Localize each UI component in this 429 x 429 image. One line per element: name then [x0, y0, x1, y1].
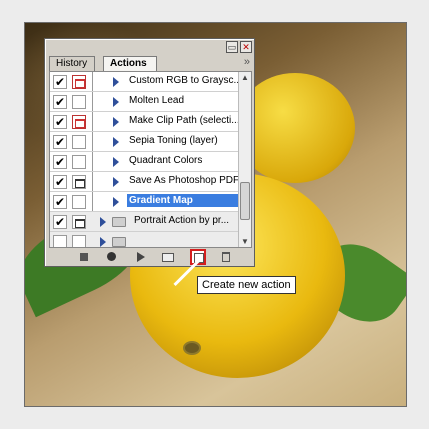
tooltip: Create new action	[197, 276, 296, 294]
expand-triangle-icon[interactable]	[100, 217, 106, 227]
expand-triangle-icon[interactable]	[113, 157, 119, 167]
list-item[interactable]: ✔ Custom RGB to Graysc...	[50, 72, 239, 92]
checkmark-toggle[interactable]: ✔	[53, 215, 67, 229]
checkmark-toggle[interactable]: ✔	[53, 75, 67, 89]
close-icon[interactable]: ✕	[240, 41, 252, 53]
panel-tabs: History Actions	[49, 56, 254, 71]
new-set-icon[interactable]	[161, 251, 175, 263]
tab-history-label: History	[56, 58, 88, 69]
expand-triangle-icon[interactable]	[113, 197, 119, 207]
action-label: Custom RGB to Graysc...	[129, 75, 239, 86]
delete-icon[interactable]	[219, 251, 233, 263]
dialog-toggle-icon[interactable]	[72, 215, 86, 229]
list-item[interactable]: ✔ Make Clip Path (selecti...	[50, 112, 239, 132]
action-label: Save As Photoshop PDF	[129, 175, 239, 186]
action-label: Gradient Map	[127, 194, 239, 207]
list-item[interactable]: ✔ Save As Photoshop PDF	[50, 172, 239, 192]
folder-icon	[112, 217, 126, 227]
tab-actions[interactable]: Actions	[103, 56, 157, 71]
expand-triangle-icon[interactable]	[113, 137, 119, 147]
action-label: Molten Lead	[129, 95, 185, 106]
tab-actions-label: Actions	[110, 58, 147, 69]
scroll-up-icon[interactable]: ▲	[241, 73, 249, 82]
panel-titlebar[interactable]: ▭ ✕	[45, 39, 254, 54]
dialog-toggle-icon[interactable]	[72, 235, 86, 247]
expand-triangle-icon[interactable]	[113, 77, 119, 87]
checkmark-toggle[interactable]	[53, 235, 67, 247]
dialog-toggle-icon[interactable]	[72, 155, 86, 169]
dialog-toggle-icon[interactable]	[72, 75, 86, 89]
checkmark-toggle[interactable]: ✔	[53, 95, 67, 109]
dialog-toggle-icon[interactable]	[72, 175, 86, 189]
checkmark-toggle[interactable]: ✔	[53, 115, 67, 129]
actions-list: ✔ Custom RGB to Graysc... ✔ Molten Lead …	[49, 71, 252, 248]
actions-panel: ▭ ✕ History Actions » ✔ Custom RGB to Gr…	[44, 38, 255, 267]
stop-icon[interactable]	[77, 251, 91, 263]
checkmark-toggle[interactable]: ✔	[53, 155, 67, 169]
scroll-down-icon[interactable]: ▼	[241, 237, 249, 246]
dialog-toggle-icon[interactable]	[72, 115, 86, 129]
actions-toolbar	[49, 249, 252, 265]
lemon-stem	[183, 341, 201, 355]
tab-history[interactable]: History	[49, 56, 95, 71]
expand-triangle-icon[interactable]	[100, 237, 106, 247]
double-chevron-right-icon[interactable]: »	[244, 56, 250, 68]
list-item[interactable]: ✔ Quadrant Colors	[50, 152, 239, 172]
list-scrollbar[interactable]: ▲ ▼	[238, 72, 251, 247]
play-icon[interactable]	[133, 251, 147, 263]
expand-triangle-icon[interactable]	[113, 177, 119, 187]
checkmark-toggle[interactable]: ✔	[53, 135, 67, 149]
action-label: Sepia Toning (layer)	[129, 135, 218, 146]
list-item-partial[interactable]	[50, 232, 239, 247]
list-item-selected[interactable]: ✔ Gradient Map	[50, 192, 239, 212]
list-item[interactable]: ✔ Molten Lead	[50, 92, 239, 112]
action-label: Quadrant Colors	[129, 155, 203, 166]
dialog-toggle-icon[interactable]	[72, 95, 86, 109]
list-item[interactable]: ✔ Sepia Toning (layer)	[50, 132, 239, 152]
checkmark-toggle[interactable]: ✔	[53, 175, 67, 189]
folder-icon	[112, 237, 126, 247]
set-label: Portrait Action by pr...	[134, 215, 230, 226]
record-icon[interactable]	[105, 251, 119, 263]
scroll-thumb[interactable]	[240, 182, 250, 220]
expand-triangle-icon[interactable]	[113, 97, 119, 107]
minimize-icon[interactable]: ▭	[226, 41, 238, 53]
action-label: Make Clip Path (selecti...	[129, 115, 239, 126]
checkmark-toggle[interactable]: ✔	[53, 195, 67, 209]
tooltip-text: Create new action	[202, 279, 291, 291]
expand-triangle-icon[interactable]	[113, 117, 119, 127]
list-item-set[interactable]: ✔ Portrait Action by pr...	[50, 212, 239, 232]
dialog-toggle-icon[interactable]	[72, 135, 86, 149]
dialog-toggle-icon[interactable]	[72, 195, 86, 209]
